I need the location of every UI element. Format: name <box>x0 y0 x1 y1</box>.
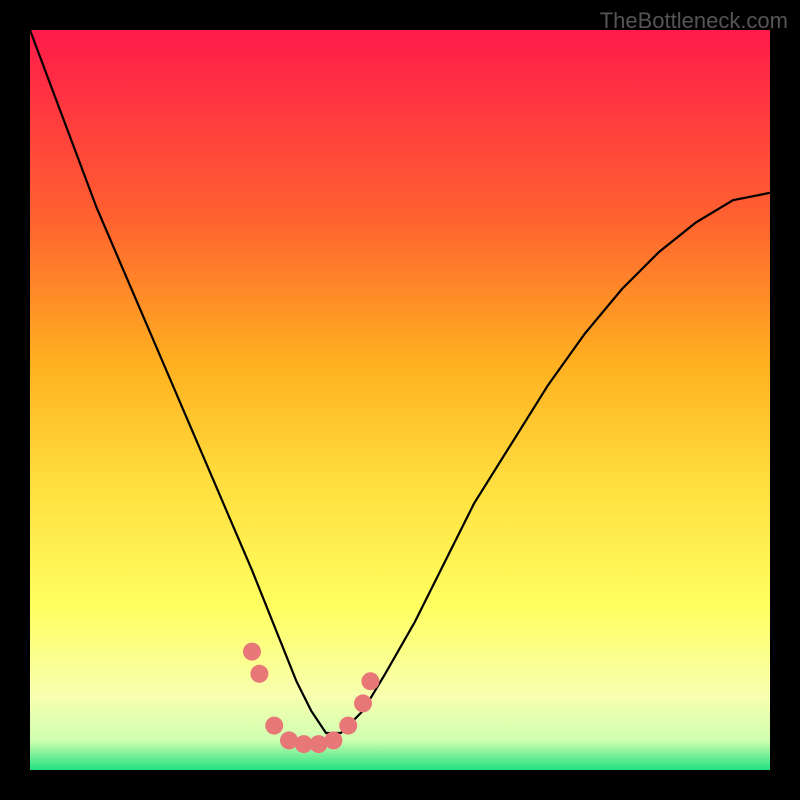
data-marker <box>250 665 268 683</box>
gradient-background <box>30 30 770 770</box>
watermark-text: TheBottleneck.com <box>600 8 788 34</box>
data-marker <box>361 672 379 690</box>
chart-container <box>30 30 770 770</box>
chart-svg <box>30 30 770 770</box>
data-marker <box>265 717 283 735</box>
data-marker <box>324 731 342 749</box>
data-marker <box>243 643 261 661</box>
data-marker <box>339 717 357 735</box>
data-marker <box>354 694 372 712</box>
